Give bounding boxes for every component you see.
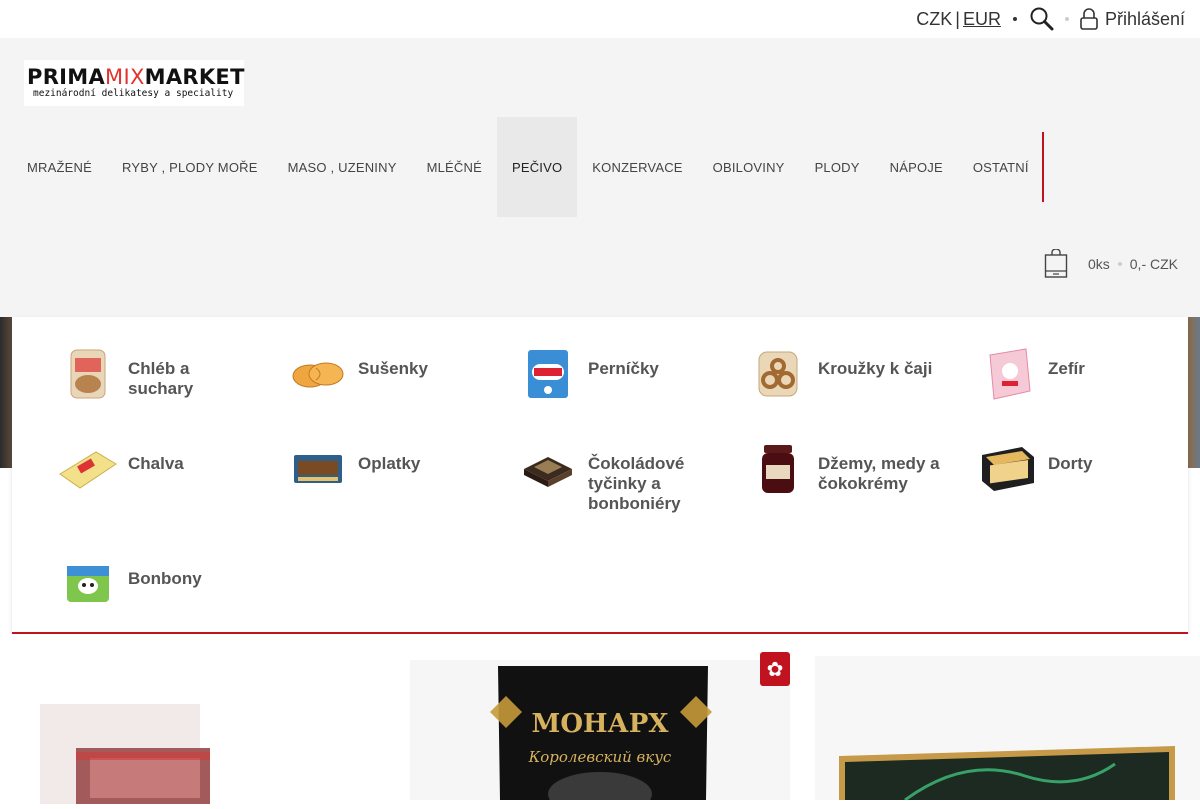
category-pernicky[interactable]: Perníčky (514, 350, 718, 407)
separator-dot (1117, 262, 1122, 266)
category-label: Kroužky k čaji (818, 359, 933, 378)
banner-edge-right (1188, 317, 1200, 468)
product-card[interactable] (815, 656, 1200, 805)
top-bar: CZK | EUR Přihlášení (0, 0, 1200, 38)
currency-czk[interactable]: CZK (916, 9, 952, 30)
cokoladove-thumbnail (514, 436, 582, 502)
dorty-thumbnail (974, 436, 1042, 502)
product-brand: МОНАРХ (532, 709, 670, 739)
category-chleb[interactable]: Chléb a suchary (54, 349, 258, 407)
category-label: Dorty (1048, 454, 1093, 473)
category-chalva[interactable]: Chalva (54, 451, 258, 502)
cart-total: 0,- CZK (1129, 256, 1178, 272)
product-image (815, 656, 1200, 802)
shopping-bag-icon (1044, 249, 1068, 278)
category-label: Chalva (128, 454, 184, 473)
nav-item-ryby[interactable]: RYBY , PLODY MOŘE (107, 117, 273, 217)
nav-divider (1041, 132, 1044, 202)
logo-tagline: mezinárodní delikatesy a speciality (33, 88, 234, 99)
oplatky-thumbnail (284, 436, 352, 502)
login-link[interactable]: Přihlášení (1079, 8, 1185, 30)
header: PRIMAMIXMARKET mezinárodní delikatesy a … (0, 38, 1200, 317)
category-label: Oplatky (358, 454, 421, 473)
category-krouzky[interactable]: Kroužky k čaji (744, 351, 948, 407)
nav-item-pecivo[interactable]: PEČIVO (496, 117, 578, 217)
product-strip: МОНАРХ Королевский вкус ✿ (0, 634, 1200, 809)
cart-count: 0ks (1087, 256, 1110, 272)
krouzky-thumbnail (744, 341, 812, 407)
banner-edge-left (0, 317, 12, 468)
nav-item-obiloviny[interactable]: OBILOVINY (698, 117, 800, 217)
category-label: Čokoládové tyčinky a bonboniéry (588, 454, 685, 513)
category-bonbony[interactable]: Bonbony (54, 566, 258, 617)
mega-menu: Chléb a suchary Sušenky Perníčky Kroužky… (12, 317, 1188, 634)
category-dorty[interactable]: Dorty (974, 447, 1178, 502)
product-image: МОНАРХ Королевский вкус (410, 660, 790, 809)
main-nav: MRAŽENÉ RYBY , PLODY MOŘE MASO , UZENINY… (12, 117, 1044, 217)
category-label: Bonbony (128, 569, 202, 588)
category-label: Zefír (1048, 359, 1085, 378)
product-card[interactable]: МОНАРХ Королевский вкус (410, 660, 790, 809)
login-label: Přihlášení (1104, 8, 1185, 29)
category-susenky[interactable]: Sušenky (284, 359, 488, 407)
cart[interactable]: 0ks 0,- CZK (1044, 249, 1178, 279)
dzemy-thumbnail (744, 436, 812, 502)
nav-item-mrazene[interactable]: MRAŽENÉ (12, 117, 107, 217)
bonbony-thumbnail (54, 551, 122, 617)
currency-eur-link[interactable]: EUR (963, 9, 1001, 30)
category-label: Chléb a suchary (128, 359, 194, 398)
flower-badge-icon: ✿ (760, 652, 790, 686)
zefir-thumbnail (974, 341, 1042, 407)
separator-dot (1012, 17, 1017, 21)
category-dzemy[interactable]: Džemy, medy a čokokrémy (744, 445, 948, 502)
category-zefir[interactable]: Zefír (974, 348, 1178, 407)
susenky-thumbnail (284, 341, 352, 407)
product-card[interactable] (20, 704, 220, 809)
category-label: Džemy, medy a čokokrémy (818, 454, 940, 493)
currency-separator: | (955, 8, 960, 29)
pernicky-thumbnail (514, 341, 582, 407)
product-tagline: Королевский вкус (528, 748, 672, 766)
separator-dot (1064, 17, 1069, 21)
category-label: Sušenky (358, 359, 428, 378)
nav-item-napoje[interactable]: NÁPOJE (875, 117, 958, 217)
nav-item-mlecne[interactable]: MLÉČNÉ (412, 117, 497, 217)
product-image (40, 704, 210, 809)
category-label: Perníčky (588, 359, 659, 378)
logo-text-market: MARKET (144, 65, 245, 89)
lock-icon (1080, 8, 1098, 30)
nav-item-plody[interactable]: PLODY (800, 117, 875, 217)
search-icon[interactable] (1029, 6, 1055, 32)
nav-item-maso[interactable]: MASO , UZENINY (273, 117, 412, 217)
category-oplatky[interactable]: Oplatky (284, 454, 488, 502)
chleb-thumbnail (54, 341, 122, 407)
nav-item-konzervace[interactable]: KONZERVACE (577, 117, 697, 217)
chalva-thumbnail (54, 436, 122, 502)
logo[interactable]: PRIMAMIXMARKET mezinárodní delikatesy a … (24, 60, 244, 106)
logo-text-mix: MIX (105, 65, 145, 89)
logo-text-prima: PRIMA (27, 65, 106, 89)
category-cokoladove[interactable]: Čokoládové tyčinky a bonboniéry (514, 454, 718, 514)
nav-item-ostatni[interactable]: OSTATNÍ (958, 117, 1044, 217)
